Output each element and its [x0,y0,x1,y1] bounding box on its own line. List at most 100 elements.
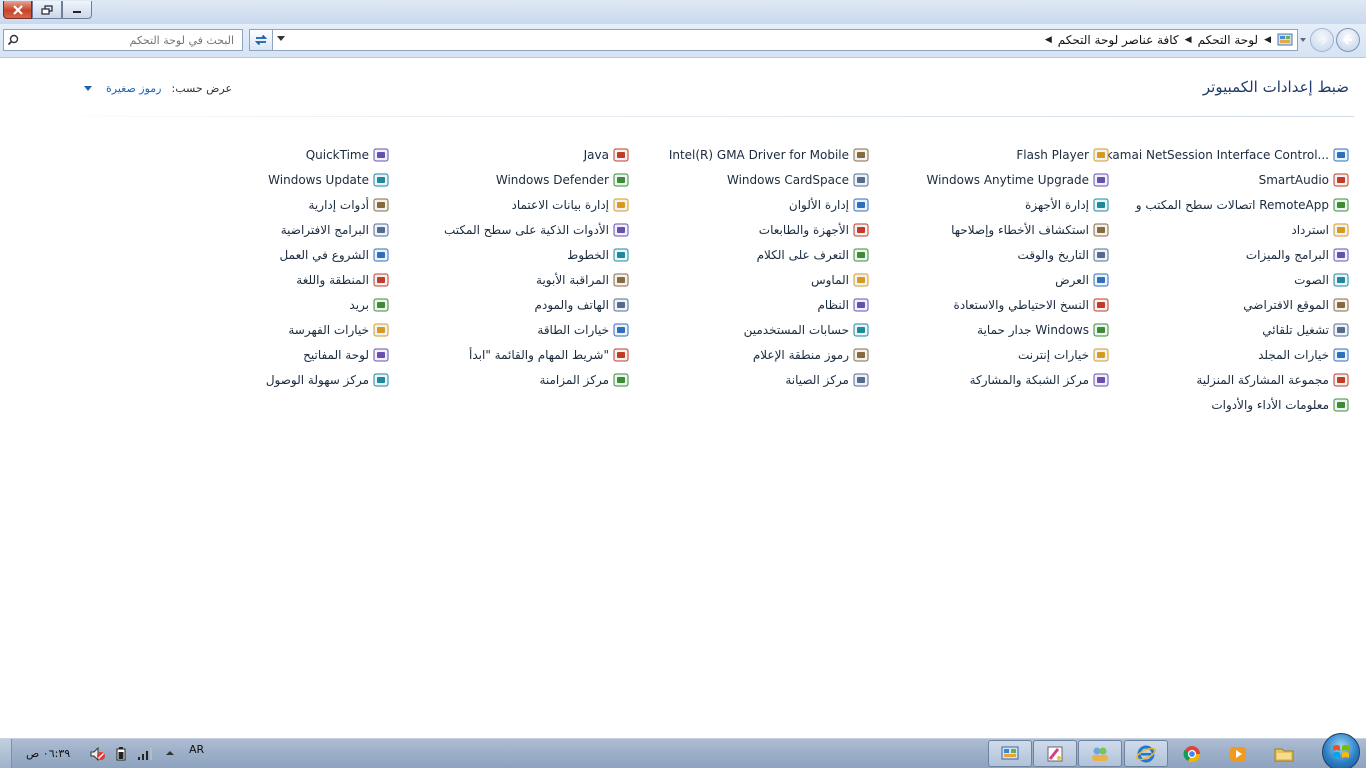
control-panel-item[interactable]: خيارات الطاقة [537,321,629,339]
control-panel-item[interactable]: إدارة بيانات الاعتماد [511,196,629,214]
default-programs-icon [373,223,389,237]
breadcrumb-separator-icon[interactable]: ◀ [1264,35,1271,45]
control-panel-item-label: بريد [349,298,369,312]
control-panel-item[interactable]: الموقع الافتراضي [1243,296,1349,314]
control-panel-item[interactable]: جدار حماية Windows [977,321,1109,339]
control-panel-item[interactable]: لوحة المفاتيح [303,346,389,364]
control-panel-item[interactable]: Akamai NetSession Interface Control... [1097,146,1349,164]
control-panel-item[interactable]: إدارة الألوان [789,196,869,214]
tray-clock[interactable]: ٠٦:٣٩ ص [26,747,70,760]
search-input[interactable] [22,30,242,50]
recent-pages-chevron-down-icon[interactable] [1300,38,1306,42]
forward-button[interactable] [1310,28,1334,52]
control-panel-item[interactable]: النظام [817,296,869,314]
control-panel-item-label: رموز منطقة الإعلام [752,348,849,362]
taskbar-button-control-panel[interactable] [988,740,1032,767]
gadgets-icon [613,223,629,237]
arrow-forward-icon [1318,35,1328,45]
control-panel-item[interactable]: المنطقة واللغة [296,271,389,289]
taskbar-button-chrome[interactable] [1170,740,1214,767]
back-button[interactable] [1336,28,1360,52]
control-panel-item[interactable]: معلومات الأداء والأدوات [1211,396,1349,414]
control-panel-item[interactable]: Java [584,146,629,164]
control-panel-item[interactable]: Windows Update [268,171,389,189]
breadcrumb-item-all-items[interactable]: كافة عناصر لوحة التحكم [1058,33,1179,47]
signal-icon[interactable] [137,747,153,764]
view-by-dropdown[interactable]: رموز صغيرة [106,82,162,95]
language-indicator[interactable]: AR [189,743,204,756]
control-panel-item[interactable]: Windows CardSpace [727,171,869,189]
control-panel-item[interactable]: النسخ الاحتياطي والاستعادة [954,296,1109,314]
address-bar[interactable]: ◀ لوحة التحكم ◀ كافة عناصر لوحة التحكم ◀ [273,29,1298,51]
control-panel-item[interactable]: الخطوط [567,246,629,264]
tray-overflow-chevron-up-icon[interactable] [165,747,175,761]
taskbar-button-media-player[interactable] [1216,740,1260,767]
control-panel-item[interactable]: QuickTime [306,146,389,164]
windows-update-icon [373,173,389,187]
control-panel-item[interactable]: تشغيل تلقائي [1262,321,1349,339]
control-panel-item[interactable]: حسابات المستخدمين [744,321,869,339]
control-panel-item[interactable]: Windows Anytime Upgrade [926,171,1109,189]
breadcrumb-item-control-panel[interactable]: لوحة التحكم [1198,33,1259,47]
control-panel-item[interactable]: البرامج الافتراضية [281,221,389,239]
control-panel-item[interactable]: بريد [349,296,389,314]
control-panel-item[interactable]: اتصالات سطح المكتب و RemoteApp [1136,196,1349,214]
control-panel-item-label: مركز سهولة الوصول [265,373,369,387]
control-panel-item[interactable]: شريط المهام والقائمة "ابدأ" [469,346,629,364]
control-panel-item[interactable]: التاريخ والوقت [1018,246,1109,264]
minimize-button[interactable] [62,1,92,19]
control-panel-item[interactable]: العرض [1055,271,1109,289]
control-panel-item[interactable]: البرامج والميزات [1246,246,1349,264]
battery-icon[interactable] [116,747,126,764]
breadcrumb-separator-icon[interactable]: ◀ [1185,35,1192,45]
search-box[interactable] [3,29,243,51]
restore-button[interactable] [32,1,62,19]
control-panel-item[interactable]: مركز سهولة الوصول [266,371,389,389]
volume-muted-icon[interactable] [90,746,106,764]
view-by-chevron-down-icon[interactable] [84,86,92,91]
control-panel-item[interactable]: المراقبة الأبوية [536,271,629,289]
control-panel-item-label: خيارات الطاقة [537,323,609,337]
page-title: ضبط إعدادات الكمبيوتر [1202,78,1349,96]
taskbar-button-explorer[interactable] [1262,740,1306,767]
control-panel-item[interactable]: الصوت [1294,271,1349,289]
control-panel-item-label: خيارات الفهرسة [288,323,369,337]
control-panel-item[interactable]: رموز منطقة الإعلام [753,346,869,364]
control-panel-item-label: المنطقة واللغة [296,273,369,287]
control-panel-item[interactable]: الماوس [811,271,869,289]
address-history-chevron-down-icon[interactable] [277,36,285,41]
control-panel-item[interactable]: خيارات إنترنت [1018,346,1109,364]
taskbar-button-paint[interactable] [1033,740,1077,767]
control-panel-item[interactable]: أدوات إدارية [309,196,390,214]
control-panel-item[interactable]: خيارات الفهرسة [288,321,389,339]
show-desktop-button[interactable] [0,739,12,768]
search-icon[interactable] [4,30,22,50]
control-panel-item[interactable]: الشروع في العمل [280,246,389,264]
control-panel-item[interactable]: مركز الصيانة [785,371,869,389]
control-panel-item[interactable]: مجموعة المشاركة المنزلية [1196,371,1349,389]
control-panel-item[interactable]: خيارات المجلد [1258,346,1349,364]
control-panel-item[interactable]: Windows Defender [496,171,629,189]
taskbar-button-users[interactable] [1078,740,1122,767]
control-panel-icon [1001,746,1019,759]
close-button[interactable] [3,1,32,19]
control-panel-item[interactable]: التعرف على الكلام [757,246,869,264]
control-panel-item[interactable]: Flash Player [1016,146,1109,164]
start-button[interactable] [1322,733,1360,768]
control-panel-item[interactable]: Intel(R) GMA Driver for Mobile [669,146,869,164]
control-panel-item[interactable]: الأدوات الذكية على سطح المكتب [444,221,629,239]
control-panel-item[interactable]: استرداد [1291,221,1349,239]
restore-icon [41,4,53,15]
control-panel-item-label: المراقبة الأبوية [536,273,609,287]
control-panel-item[interactable]: SmartAudio [1259,171,1349,189]
control-panel-item[interactable]: استكشاف الأخطاء وإصلاحها [951,221,1109,239]
title-bar [0,0,1366,24]
breadcrumb-separator-icon[interactable]: ◀ [1045,35,1052,45]
control-panel-item[interactable]: الأجهزة والطابعات [759,221,869,239]
refresh-button[interactable] [249,29,273,51]
control-panel-item[interactable]: إدارة الأجهزة [1025,196,1109,214]
control-panel-item[interactable]: الهاتف والمودم [535,296,629,314]
control-panel-item[interactable]: مركز الشبكة والمشاركة [970,371,1109,389]
taskbar-button-internet-explorer[interactable] [1124,740,1168,767]
control-panel-item[interactable]: مركز المزامنة [539,371,629,389]
